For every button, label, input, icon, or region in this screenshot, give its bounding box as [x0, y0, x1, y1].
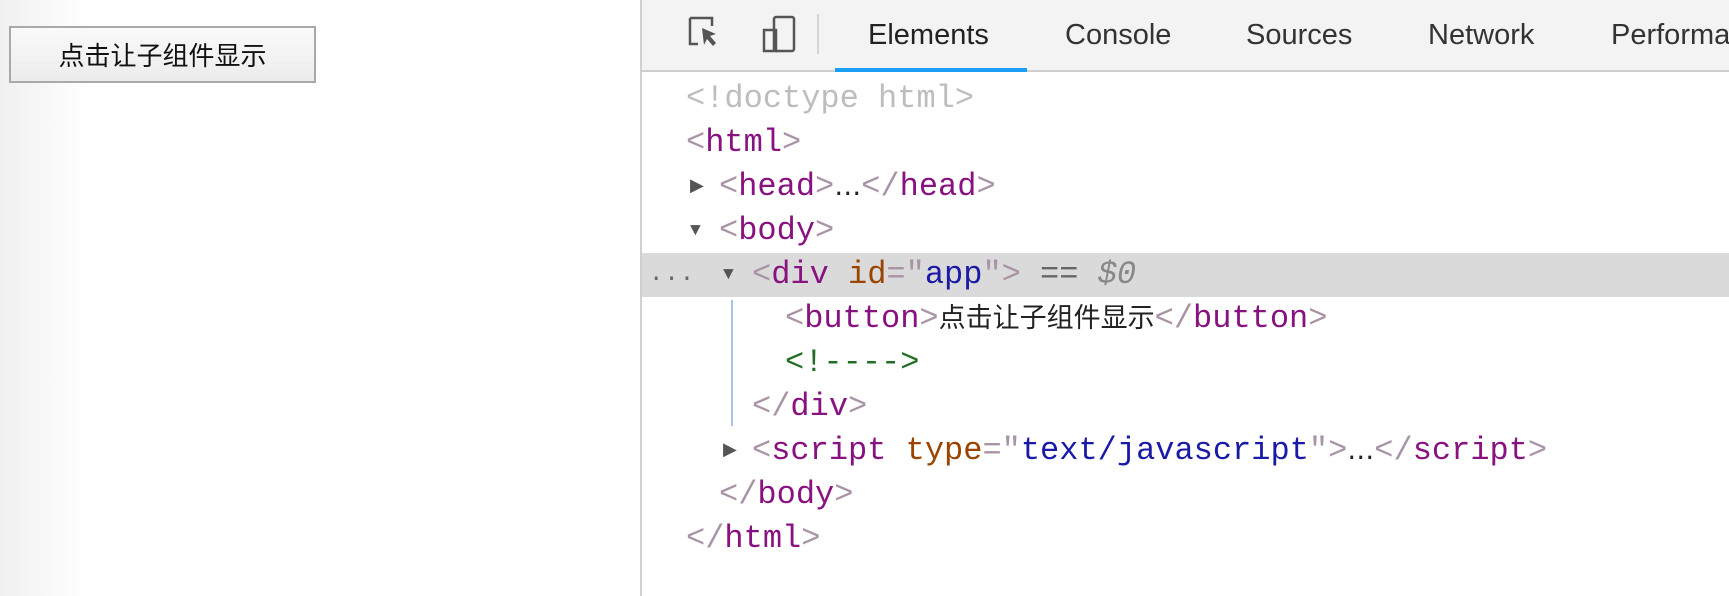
token-br: </ [719, 476, 758, 513]
dom-node-row[interactable]: <button>点击让子组件显示</button> [642, 297, 1729, 341]
node-actions-dots[interactable]: ... [649, 253, 695, 297]
collapse-triangle-right-icon[interactable]: ▶ [723, 429, 737, 473]
node-markup: <script type="text/javascript">…</script… [752, 429, 1547, 473]
tab-elements[interactable]: Elements [835, 0, 1027, 72]
token-tag: script [771, 432, 887, 469]
token-br: =" [886, 256, 925, 293]
token-tag [886, 432, 905, 469]
tab-network[interactable]: Network [1428, 0, 1534, 70]
dom-node-row[interactable]: ▼ <body> [642, 209, 1729, 253]
collapse-triangle-right-icon[interactable]: ▶ [690, 165, 704, 209]
node-markup: </div> [752, 385, 867, 429]
dom-node-row[interactable]: ▶ <head>…</head> [642, 165, 1729, 209]
token-br: < [752, 256, 772, 293]
node-markup: <body> [719, 209, 834, 253]
token-br: > [834, 476, 854, 513]
dom-node-row[interactable]: <!----> [642, 341, 1729, 385]
dom-tree: <!doctype html> <html> ▶ <head>…</head> ▼ <bo… [642, 77, 1729, 561]
tab-performance[interactable]: Performa [1611, 0, 1729, 70]
dom-node-row[interactable]: </html> [642, 517, 1729, 561]
token-tx: … [1347, 435, 1375, 466]
token-tag: body [738, 212, 816, 249]
dom-node-row[interactable]: </div> [642, 385, 1729, 429]
token-br: > [815, 212, 835, 249]
node-markup: <head>…</head> [719, 165, 996, 209]
token-br: < [686, 124, 706, 161]
dom-node-row[interactable]: ▶ <script type="text/javascript">…</scrip… [642, 429, 1729, 473]
node-markup: </html> [686, 517, 820, 561]
token-br: < [752, 432, 772, 469]
dom-node-row[interactable]: <!doctype html> [642, 77, 1729, 121]
tab-sources[interactable]: Sources [1246, 0, 1352, 70]
token-br: > [815, 168, 835, 205]
token-br: " [982, 256, 1002, 293]
token-br: </ [861, 168, 900, 205]
indent-guide [731, 300, 733, 426]
tab-console[interactable]: Console [1065, 0, 1171, 70]
token-br: > [1001, 256, 1021, 293]
token-tx: … [834, 171, 862, 202]
token-ref: $0 [1097, 256, 1137, 293]
node-markup: <button>点击让子组件显示</button> [785, 297, 1327, 341]
token-tag: button [804, 300, 920, 337]
devtools-panel: Elements Console Sources Network Perform… [640, 0, 1729, 596]
show-child-component-button[interactable]: 点击让子组件显示 [9, 26, 316, 83]
token-br: =" [982, 432, 1021, 469]
token-br: < [785, 300, 805, 337]
dom-node-row[interactable]: ... ▼ <div id="app"> == $0 [642, 253, 1729, 297]
token-tag: html [724, 520, 802, 557]
token-tag: div [771, 256, 829, 293]
token-br: > [782, 124, 802, 161]
token-tag: body [757, 476, 835, 513]
expand-triangle-down-icon[interactable]: ▼ [690, 209, 701, 253]
token-br: > [976, 168, 996, 205]
token-tx: 点击让子组件显示 [938, 303, 1155, 334]
token-br: < [719, 212, 739, 249]
token-tag: html [705, 124, 783, 161]
token-tag: head [738, 168, 816, 205]
token-br: " [1308, 432, 1329, 469]
rendered-page: 点击让子组件显示 [0, 0, 640, 596]
inspect-element-icon[interactable] [686, 14, 726, 54]
token-br: > [1527, 432, 1548, 469]
token-br: > [848, 388, 868, 425]
token-an: id [848, 256, 887, 293]
toolbar-divider [817, 14, 819, 54]
node-markup: </body> [719, 473, 853, 517]
token-an: type [905, 432, 983, 469]
token-br: </ [752, 388, 791, 425]
token-av: text/javascript [1020, 432, 1309, 469]
dom-node-row[interactable]: </body> [642, 473, 1729, 517]
token-br: > [1308, 300, 1328, 337]
token-br: </ [1374, 432, 1413, 469]
expand-triangle-down-icon[interactable]: ▼ [723, 253, 734, 297]
token-av: app [924, 256, 983, 293]
token-br: </ [686, 520, 725, 557]
token-eq: == [1020, 256, 1098, 293]
token-br: </ [1154, 300, 1194, 337]
token-tag: script [1412, 432, 1528, 469]
token-tag: head [899, 168, 977, 205]
token-tag: div [790, 388, 849, 425]
token-br: > [801, 520, 821, 557]
node-markup: <!doctype html> [686, 77, 974, 121]
token-br: < [719, 168, 739, 205]
devtools-tab-bar: Elements Console Sources Network Perform… [642, 0, 1729, 72]
token-tag: button [1193, 300, 1309, 337]
device-toggle-icon[interactable] [760, 14, 800, 54]
token-br: > [919, 300, 939, 337]
dom-node-row[interactable]: <html> [642, 121, 1729, 165]
token-br: > [1328, 432, 1348, 469]
token-tag [829, 256, 848, 293]
token-dt: <!doctype html> [686, 80, 975, 117]
token-cm: <!----> [785, 344, 920, 381]
node-markup: <div id="app"> == $0 [752, 253, 1136, 297]
node-markup: <html> [686, 121, 801, 165]
node-markup: <!----> [785, 341, 919, 385]
